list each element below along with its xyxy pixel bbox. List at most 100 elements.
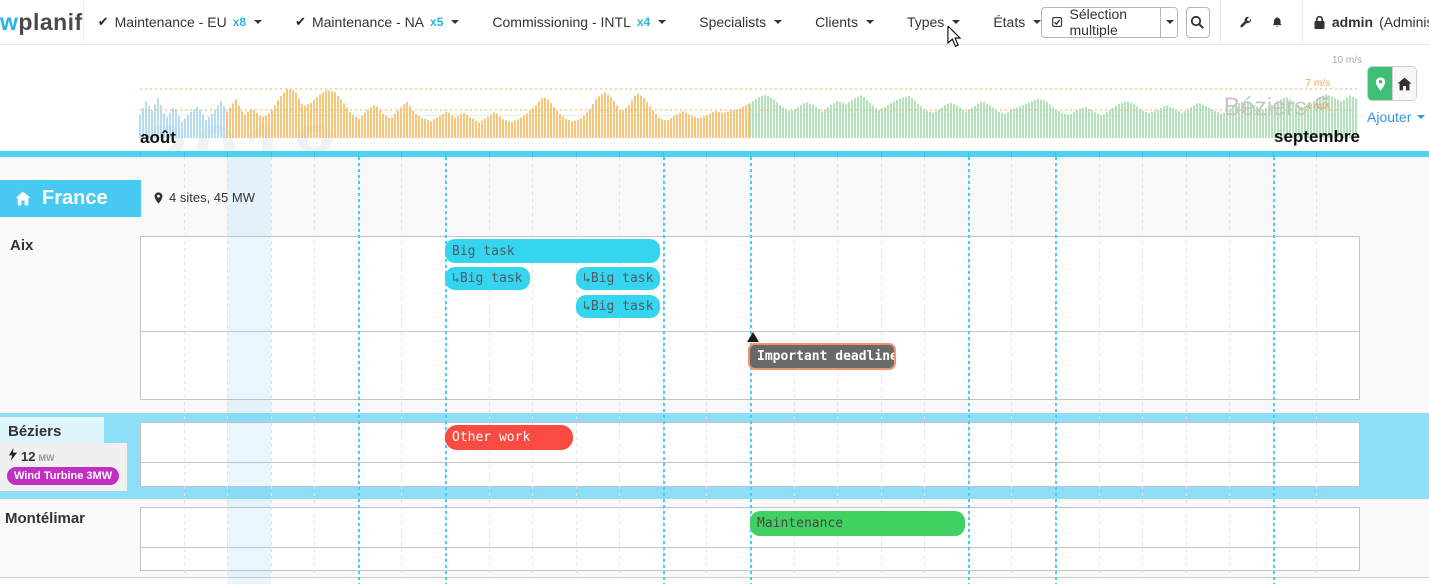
task-other-work[interactable]: Other work <box>445 425 573 450</box>
day-grid-line <box>576 157 577 578</box>
day-grid-line <box>1099 157 1100 578</box>
nav-menu-maintenance-eu[interactable]: ✔Maintenance - EUx8 <box>98 14 262 30</box>
map-pin-icon <box>1374 76 1387 92</box>
multi-select-button[interactable]: Sélection multiple <box>1042 7 1160 38</box>
nav-menu-label: Types <box>907 14 944 30</box>
nav-menu-maintenance-na[interactable]: ✔Maintenance - NAx5 <box>295 14 459 30</box>
range-bar-tick <box>445 151 446 157</box>
mouse-cursor <box>946 26 962 48</box>
range-bar-tick <box>314 151 315 157</box>
group-summary-text: 4 sites, 45 MW <box>169 190 255 205</box>
search-button[interactable] <box>1186 7 1210 38</box>
user-menu[interactable]: admin (Administrator) <box>1313 14 1429 30</box>
wind-speed-chart <box>0 45 1429 157</box>
capacity-value: 12 <box>21 449 35 464</box>
range-bar-tick <box>1316 151 1317 157</box>
lightning-icon <box>8 448 18 461</box>
task-important-deadline[interactable]: Important deadline <box>748 343 896 370</box>
map-view-button[interactable] <box>1368 67 1392 100</box>
observed-wind <box>227 89 749 138</box>
wind-bars <box>140 89 1356 138</box>
range-bar-tick <box>489 151 490 157</box>
wplanif-app: wplanif ✔Maintenance - EUx8✔Maintenance … <box>0 0 1429 584</box>
nav-menu-clients[interactable]: Clients <box>815 14 874 30</box>
add-button[interactable]: Ajouter <box>1367 109 1425 125</box>
group-name: France <box>42 187 108 210</box>
range-bar-tick <box>968 151 969 157</box>
weekend-guide-line <box>1273 157 1275 584</box>
day-grid-line <box>532 157 533 578</box>
navbar: wplanif ✔Maintenance - EUx8✔Maintenance … <box>0 0 1429 45</box>
timeline-range-bar[interactable] <box>0 151 1429 157</box>
range-bar-tick <box>1142 151 1143 157</box>
multi-select-split-button: Sélection multiple <box>1041 7 1178 38</box>
range-bar-tick <box>1229 151 1230 157</box>
row-title-aix: Aix <box>10 237 33 254</box>
nav-menus: ✔Maintenance - EUx8✔Maintenance - NAx5Co… <box>98 14 1041 30</box>
capacity-line: 12 MW <box>8 448 54 464</box>
scheduler-body: France 4 sites, 45 MW Aix Béziers Montél… <box>0 157 1429 584</box>
weekend-guide-line <box>968 157 970 584</box>
month-label-august: août <box>140 128 176 148</box>
task-maintenance[interactable]: Maintenance <box>750 511 965 536</box>
check-icon: ✔ <box>295 14 306 30</box>
checkbox-checked-icon <box>1052 15 1062 29</box>
wind-threshold-low-label: 4 m/s <box>1306 101 1330 112</box>
range-bar-tick <box>532 151 533 157</box>
group-summary: 4 sites, 45 MW <box>153 190 255 205</box>
day-grid-line <box>1229 157 1230 578</box>
multi-select-caret-button[interactable] <box>1160 7 1177 38</box>
app-logo[interactable]: wplanif <box>0 0 84 45</box>
row-title-beziers: Béziers <box>8 423 61 440</box>
user-role: (Administrator) <box>1379 14 1429 30</box>
day-grid-line <box>1316 157 1317 578</box>
range-bar-tick <box>184 151 185 157</box>
day-grid-line <box>1011 157 1012 578</box>
day-grid-line <box>184 157 185 578</box>
home-view-button[interactable] <box>1392 67 1416 100</box>
turbine-type-badge[interactable]: Wind Turbine 3MW <box>7 467 119 485</box>
range-bar-tick <box>271 151 272 157</box>
day-grid-line <box>489 157 490 578</box>
nav-menu-label: Maintenance - NA <box>312 14 424 30</box>
bottom-area <box>0 578 1429 584</box>
task-big-sub-1[interactable]: ↳Big task <box>445 267 530 290</box>
add-label: Ajouter <box>1367 109 1411 125</box>
nav-divider <box>1302 0 1303 44</box>
range-bar-tick <box>1055 151 1056 157</box>
nav-menu-label: Specialists <box>699 14 766 30</box>
nav-menu-count: x4 <box>637 15 650 29</box>
range-bar-tick <box>706 151 707 157</box>
chevron-down-icon <box>1417 115 1425 119</box>
month-label-september: septembre <box>1274 127 1360 147</box>
nav-right: Sélection multiple <box>1041 0 1429 44</box>
chevron-down-icon <box>866 20 874 24</box>
day-grid-line <box>314 157 315 578</box>
nav-menu-commissioning-intl[interactable]: Commissioning - INTLx4 <box>492 14 666 30</box>
capacity-unit: MW <box>38 453 54 463</box>
weekend-guide-line <box>358 157 360 584</box>
nav-menu--tats[interactable]: États <box>993 14 1041 30</box>
bell-icon[interactable] <box>1271 14 1283 31</box>
today-column-highlight <box>227 157 271 584</box>
task-big-sub-2[interactable]: ↳Big task <box>576 267 660 290</box>
nav-menu-specialists[interactable]: Specialists <box>699 14 782 30</box>
range-bar-tick <box>401 151 402 157</box>
chevron-down-icon <box>774 20 782 24</box>
wrench-icon[interactable] <box>1239 14 1252 31</box>
task-big-parent[interactable]: Big task <box>445 239 660 263</box>
weekend-guide-line <box>445 157 447 584</box>
check-icon: ✔ <box>98 14 109 30</box>
range-bar-tick <box>619 151 620 157</box>
range-bar-tick <box>881 151 882 157</box>
range-bar-tick <box>663 151 664 157</box>
day-grid-line <box>619 157 620 578</box>
group-header-france[interactable]: France <box>0 180 141 217</box>
map-home-button-group <box>1368 67 1416 100</box>
wind-threshold-high-label: 7 m/s <box>1306 78 1330 89</box>
timeline-header: 2018 Béziers 10 m/s 7 m/s 4 m/s août sep… <box>0 45 1429 157</box>
day-grid-line <box>271 157 272 578</box>
chevron-down-icon <box>1033 20 1041 24</box>
day-grid-line <box>401 157 402 578</box>
task-big-sub-3[interactable]: ↳Big task <box>576 295 660 318</box>
